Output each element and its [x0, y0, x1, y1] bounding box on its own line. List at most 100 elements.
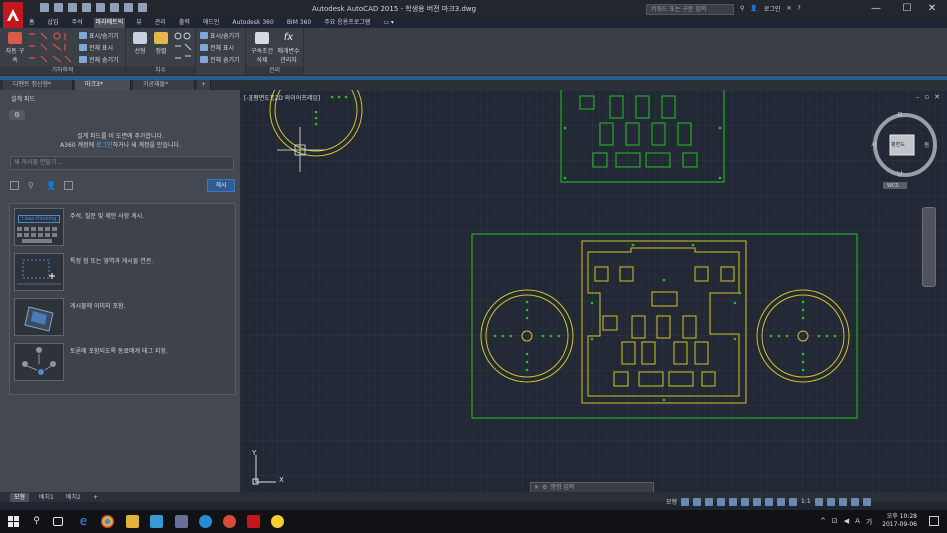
save-icon[interactable]: [68, 3, 77, 12]
aligned-button[interactable]: 정렬: [151, 32, 171, 55]
customize-menu-icon[interactable]: [862, 497, 871, 506]
print-icon[interactable]: [96, 3, 105, 12]
osnap-icon[interactable]: [729, 497, 738, 506]
login-link[interactable]: 로그인: [96, 142, 113, 149]
open-icon[interactable]: [54, 3, 63, 12]
file-explorer-icon[interactable]: [126, 515, 139, 528]
network-icon[interactable]: ⊡: [832, 517, 838, 527]
viewport-controls-label[interactable]: [-][평면도][2D 와이어프레임]: [244, 93, 320, 102]
undo-icon[interactable]: [110, 3, 119, 12]
new-tab-button[interactable]: +: [197, 80, 211, 90]
annotation-scale[interactable]: 1:1: [801, 498, 811, 505]
annotation-icon[interactable]: [789, 497, 798, 506]
viewport-close-icon[interactable]: ✕: [934, 93, 940, 101]
ribbon-tab-7[interactable]: 애드인: [201, 18, 222, 28]
ribbon-tab-10[interactable]: 주요 응용프로그램: [322, 18, 372, 28]
kakaotalk-icon[interactable]: [271, 515, 284, 528]
close-button[interactable]: ✕: [917, 0, 947, 18]
help-icon[interactable]: ?: [797, 5, 800, 12]
ribbon-tab-5[interactable]: 관리: [153, 18, 168, 28]
navigation-bar[interactable]: [922, 207, 936, 287]
viewport-restore-icon[interactable]: ▫: [924, 93, 929, 101]
tray-up-arrow-icon[interactable]: ^: [820, 517, 826, 527]
ribbon-tab-8[interactable]: Autodesk 360: [230, 18, 275, 28]
redo-icon[interactable]: [124, 3, 133, 12]
new-post-input[interactable]: 새 게시물 만들기...: [10, 156, 234, 170]
search-input[interactable]: 키워드 또는 구문 입력: [646, 4, 734, 15]
geometric-constraint-icons[interactable]: [27, 31, 73, 64]
linear-button[interactable]: 선형: [130, 32, 150, 55]
ribbon-tab-1[interactable]: 삽입: [46, 18, 61, 28]
drawing-canvas[interactable]: Y X [-][평면도][2D 와이어프레임] – ▫ ✕: [242, 90, 947, 492]
auto-constrain-button[interactable]: 자동 구속: [4, 32, 26, 64]
viewport-minimize-icon[interactable]: –: [916, 93, 920, 101]
wcs-menu[interactable]: WCS: [887, 183, 899, 189]
compass-south[interactable]: 남: [897, 169, 903, 178]
post-button[interactable]: 게시: [207, 179, 235, 192]
ime-lang[interactable]: A: [855, 517, 860, 527]
compass-east[interactable]: 동: [924, 140, 930, 149]
transparency-icon[interactable]: [765, 497, 774, 506]
model-space-toggle[interactable]: 모형: [666, 497, 677, 506]
hardware-accel-icon[interactable]: [838, 497, 847, 506]
dim-hide-all[interactable]: 전체 숨기기: [200, 55, 240, 64]
task-view-icon[interactable]: [53, 517, 63, 526]
selection-cycling-icon[interactable]: [777, 497, 786, 506]
app-icon-2[interactable]: [199, 515, 212, 528]
dim-tool-icons[interactable]: [173, 31, 193, 64]
pin-icon[interactable]: ⚲: [28, 181, 37, 190]
notification-icon[interactable]: [929, 516, 939, 526]
layout-tab-2[interactable]: 배치2: [62, 493, 85, 502]
login-label[interactable]: 로그인: [764, 4, 781, 13]
workspace-gear-icon[interactable]: [814, 497, 823, 506]
geo-show-all[interactable]: 전체 표시: [79, 43, 113, 52]
doc-tab-0[interactable]: 디펜트 정산형*: [3, 80, 73, 90]
lineweight-icon[interactable]: [753, 497, 762, 506]
compass-west[interactable]: 서: [871, 140, 877, 149]
otrack-icon[interactable]: [741, 497, 750, 506]
chrome-icon[interactable]: [101, 515, 114, 528]
ribbon-tab-3[interactable]: 파라메트릭: [93, 18, 126, 28]
snap-icon[interactable]: [693, 497, 702, 506]
layout-tab-1[interactable]: 배치1: [35, 493, 58, 502]
doc-tab-2[interactable]: 가공재물*: [133, 80, 195, 90]
save-as-icon[interactable]: [82, 3, 91, 12]
dim-show-hide[interactable]: 표시/숨기기: [200, 31, 240, 40]
delete-constraints-button[interactable]: 구속조건 삭제: [249, 32, 275, 64]
ribbon-tab-2[interactable]: 주석: [70, 18, 85, 28]
parameters-manager-button[interactable]: fx 매개변수 관리자: [275, 32, 302, 64]
search-taskbar-icon[interactable]: ⚲: [30, 515, 43, 528]
ribbon-tab-9[interactable]: BIM 360: [285, 18, 313, 28]
ortho-icon[interactable]: [705, 497, 714, 506]
edge-icon[interactable]: e: [77, 515, 90, 528]
minimize-button[interactable]: —: [861, 0, 891, 18]
geo-show-hide[interactable]: 표시/숨기기: [79, 31, 119, 40]
view-cube[interactable]: 북 남 동 서 평면도 WCS: [870, 110, 940, 190]
new-icon[interactable]: [40, 3, 49, 12]
fullscreen-icon[interactable]: [850, 497, 859, 506]
user-tag-icon[interactable]: 👤: [46, 181, 56, 190]
grid-icon[interactable]: [681, 497, 690, 506]
exchange-icon[interactable]: ✕: [786, 5, 791, 12]
isolate-icon[interactable]: [826, 497, 835, 506]
image-icon[interactable]: [64, 181, 73, 190]
ime-lang2[interactable]: 가: [866, 517, 872, 527]
volume-icon[interactable]: ◀: [844, 517, 849, 527]
app-icon-3[interactable]: [223, 515, 236, 528]
panel-title-manage[interactable]: 관리: [246, 66, 303, 75]
app-icon-1[interactable]: [175, 515, 188, 528]
layout-tab-model[interactable]: 모형: [10, 493, 30, 502]
polar-icon[interactable]: [717, 497, 726, 506]
ribbon-tab-6[interactable]: 출력: [177, 18, 192, 28]
autocad-taskbar-icon[interactable]: [247, 515, 260, 528]
viewcube-face[interactable]: 평면도: [891, 141, 905, 148]
compass-north[interactable]: 북: [897, 110, 903, 119]
geo-hide-all[interactable]: 전체 숨기기: [79, 55, 119, 64]
dim-show-all[interactable]: 전체 표시: [200, 43, 234, 52]
store-icon[interactable]: [150, 515, 163, 528]
windows-start-icon[interactable]: [8, 516, 19, 527]
select-area-icon[interactable]: [10, 181, 19, 190]
ribbon-tab-4[interactable]: 뷰: [134, 18, 144, 28]
share-icon[interactable]: [138, 3, 147, 12]
panel-title-geometric[interactable]: 기하학적: [0, 66, 125, 75]
